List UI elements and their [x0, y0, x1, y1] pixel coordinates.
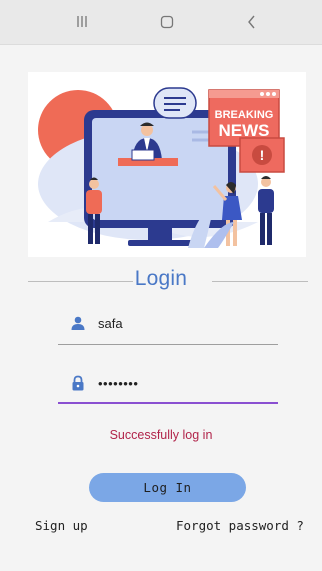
- recents-icon[interactable]: [70, 10, 94, 34]
- home-icon[interactable]: [155, 10, 179, 34]
- login-divider-right: [212, 281, 308, 282]
- back-icon[interactable]: [240, 10, 264, 34]
- forgot-password-link[interactable]: Forgot password ?: [176, 518, 304, 533]
- signup-link[interactable]: Sign up: [35, 518, 88, 533]
- login-button[interactable]: Log In: [89, 473, 246, 502]
- svg-text:BREAKING: BREAKING: [215, 109, 274, 121]
- login-status-message: Successfully log in: [109, 428, 213, 442]
- username-input[interactable]: [98, 311, 268, 335]
- svg-text:!: !: [260, 147, 265, 163]
- login-title: Login: [134, 267, 188, 290]
- username-underline: [58, 344, 278, 345]
- user-icon: [70, 315, 86, 331]
- news-anchor-illustration: BREAKING NEWS !: [28, 72, 306, 257]
- password-input[interactable]: [98, 371, 268, 395]
- password-underline: [58, 402, 278, 404]
- svg-text:NEWS: NEWS: [219, 121, 270, 140]
- lock-icon: [70, 375, 86, 391]
- alert-icon: !: [239, 137, 285, 173]
- system-nav-bar: [0, 0, 322, 45]
